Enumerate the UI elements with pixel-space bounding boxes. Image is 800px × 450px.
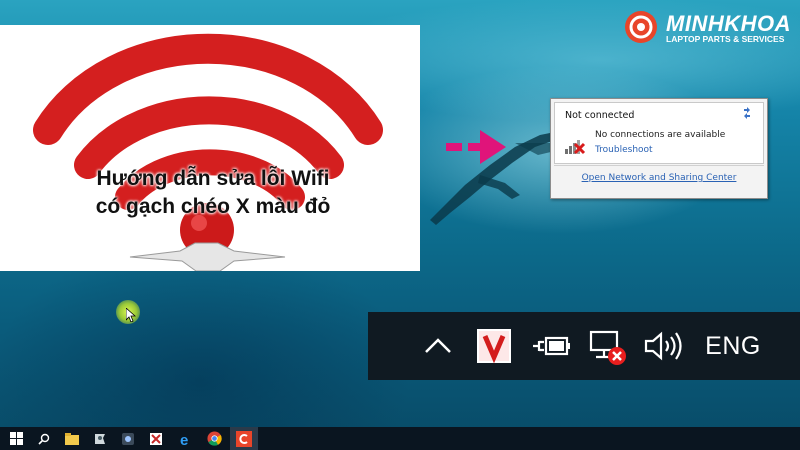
chrome-icon	[206, 431, 222, 446]
taskbar-app-1[interactable]	[86, 427, 114, 450]
network-status-tray[interactable]	[584, 312, 630, 380]
video-thumbnail: Hướng dẫn sửa lỗi Wifi có gạch chéo X mà…	[0, 25, 420, 271]
network-message: No connections are available	[595, 130, 726, 140]
title-line-1: Hướng dẫn sửa lỗi Wifi	[96, 167, 330, 190]
network-flyout: Not connected No connections are availab…	[550, 98, 768, 199]
thumbnail-title: Hướng dẫn sửa lỗi Wifi có gạch chéo X mà…	[48, 165, 378, 221]
taskbar: e	[0, 427, 800, 450]
taskbar-file-explorer[interactable]	[58, 427, 86, 450]
wifi-icon	[33, 33, 383, 271]
taskbar-app-2[interactable]	[114, 427, 142, 450]
system-tray-zoom: ENG	[368, 312, 800, 380]
network-status: Not connected	[565, 110, 635, 121]
language-indicator[interactable]: ENG	[698, 312, 768, 380]
taskbar-recorder[interactable]	[230, 427, 258, 450]
network-disconnected-icon	[589, 330, 626, 365]
recorder-icon	[236, 430, 252, 447]
logo-mark-icon	[625, 11, 657, 43]
app-icon	[95, 433, 105, 444]
taskbar-chrome[interactable]	[200, 427, 228, 450]
volume-button[interactable]	[640, 312, 688, 380]
tray-app-v[interactable]	[472, 312, 516, 380]
windows-start-icon	[9, 432, 23, 445]
network-disconnected-icon	[565, 140, 586, 155]
internet-explorer-icon: e	[180, 432, 188, 447]
taskbar-internet-explorer[interactable]: e	[172, 427, 200, 450]
pointer-arrow-icon	[446, 130, 506, 164]
file-explorer-icon	[65, 432, 79, 445]
svg-text:e: e	[180, 432, 188, 447]
app-icon	[150, 432, 162, 445]
chevron-up-icon	[425, 338, 451, 353]
brand-logo: MINHKHOA LAPTOP PARTS & SERVICES	[624, 10, 796, 46]
divider	[554, 165, 764, 166]
search-icon	[38, 433, 50, 445]
logo-tagline: LAPTOP PARTS & SERVICES	[666, 34, 785, 44]
search-button[interactable]	[30, 427, 58, 450]
start-button[interactable]	[2, 427, 30, 450]
open-network-center-link[interactable]: Open Network and Sharing Center	[551, 173, 767, 183]
battery-status[interactable]	[528, 312, 574, 380]
title-line-2: có gạch chéo X màu đỏ	[95, 195, 331, 218]
refresh-icon[interactable]	[741, 107, 753, 119]
app-icon	[122, 432, 134, 445]
show-hidden-icons-button[interactable]	[416, 312, 460, 380]
mouse-cursor-icon	[126, 308, 136, 322]
troubleshoot-link[interactable]: Troubleshoot	[595, 145, 653, 155]
taskbar-app-3[interactable]	[142, 427, 170, 450]
network-flyout-body: Not connected No connections are availab…	[554, 102, 764, 164]
volume-icon	[644, 331, 682, 361]
battery-plug-icon	[533, 336, 570, 356]
app-v-icon	[477, 329, 511, 364]
